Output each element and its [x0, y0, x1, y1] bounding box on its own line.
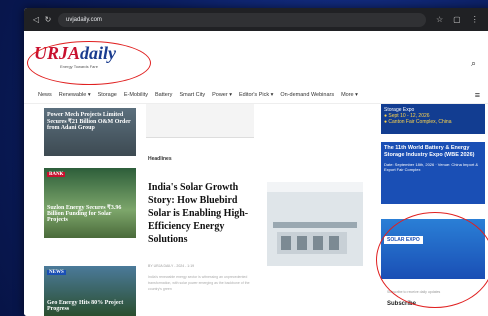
- back-icon[interactable]: ◁: [30, 15, 42, 24]
- ad-highlight-ellipse: [376, 212, 488, 308]
- article-image[interactable]: [267, 182, 363, 266]
- sidebar-ad-expo-dates[interactable]: Storage Expo ● Sept 10 - 12, 2026 ● Cant…: [381, 104, 485, 134]
- news-card-3-title: Geo Energy Hits 80% Project Progress: [47, 300, 124, 312]
- nav-item-power[interactable]: Power ▾: [212, 92, 232, 98]
- news-card-2-badge: BANK: [47, 172, 66, 177]
- nav-item-webinars[interactable]: On-demand Webinars: [280, 92, 334, 98]
- news-card-2[interactable]: BANK Suzlon Energy Secures ₹3.96 Billion…: [44, 168, 136, 238]
- screen: ◁ ↻ uvjadaily.com ☆ ▢ ⋮ URJAdaily Energy…: [0, 0, 488, 316]
- logo-highlight-ellipse: [27, 41, 151, 85]
- article-excerpt: India's renewable energy sector is witne…: [148, 275, 250, 291]
- news-card-3[interactable]: NEWS Geo Energy Hits 80% Project Progres…: [44, 266, 136, 316]
- article-meta: BY URJA DAILY - 2024 - 1:19: [148, 264, 195, 268]
- nav-item-renewable[interactable]: Renewable ▾: [59, 92, 91, 98]
- address-bar[interactable]: uvjadaily.com: [58, 12, 426, 27]
- ad2-details: Date: September 18th, 2026 · Venue: Chin…: [384, 162, 479, 172]
- site-header: URJAdaily Energy Towards Fare ⌕: [24, 31, 488, 86]
- ad1-line-3: ● Canton Fair Complex, China: [384, 119, 452, 125]
- main-navigation: News Renewable ▾ Storage E-Mobility Batt…: [24, 86, 488, 104]
- sidebar-ad-wbe[interactable]: The 11th World Battery & Energy Storage …: [381, 142, 485, 204]
- browser-window: ◁ ↻ uvjadaily.com ☆ ▢ ⋮ URJAdaily Energy…: [24, 8, 488, 316]
- nav-item-editors-pick[interactable]: Editor's Pick ▾: [239, 92, 273, 98]
- nav-item-emobility[interactable]: E-Mobility: [124, 92, 148, 98]
- search-icon[interactable]: ⌕: [471, 58, 476, 69]
- reload-icon[interactable]: ↻: [42, 15, 54, 24]
- news-card-1-title: Power Mech Projects Limited Secures ₹21 …: [47, 112, 131, 131]
- nav-item-news[interactable]: News: [38, 92, 52, 98]
- nav-item-smart-city[interactable]: Smart City: [179, 92, 205, 98]
- factory-illustration: [267, 182, 363, 266]
- headlines-label: Headlines: [148, 156, 172, 162]
- article-title[interactable]: India's Solar Growth Story: How Bluebird…: [148, 181, 260, 246]
- news-card-3-badge: NEWS: [47, 270, 66, 275]
- ad2-title: The 11th World Battery & Energy Storage …: [384, 145, 475, 158]
- news-card-2-title: Suzlon Energy Secures ₹3.96 Billion Fund…: [47, 205, 122, 223]
- nav-item-storage[interactable]: Storage: [98, 92, 117, 98]
- extensions-icon[interactable]: ▢: [453, 15, 461, 24]
- browser-toolbar: ◁ ↻ uvjadaily.com ☆ ▢ ⋮: [24, 8, 488, 31]
- nav-item-more[interactable]: More ▾: [341, 92, 358, 98]
- bookmark-icon[interactable]: ☆: [436, 15, 443, 24]
- menu-dots-icon[interactable]: ⋮: [471, 15, 479, 24]
- featured-strip: [146, 104, 254, 138]
- nav-item-battery[interactable]: Battery: [155, 92, 172, 98]
- news-card-1[interactable]: Power Mech Projects Limited Secures ₹21 …: [44, 108, 136, 156]
- page-content: Power Mech Projects Limited Secures ₹21 …: [24, 104, 488, 316]
- hamburger-menu-icon[interactable]: ≡: [475, 90, 480, 100]
